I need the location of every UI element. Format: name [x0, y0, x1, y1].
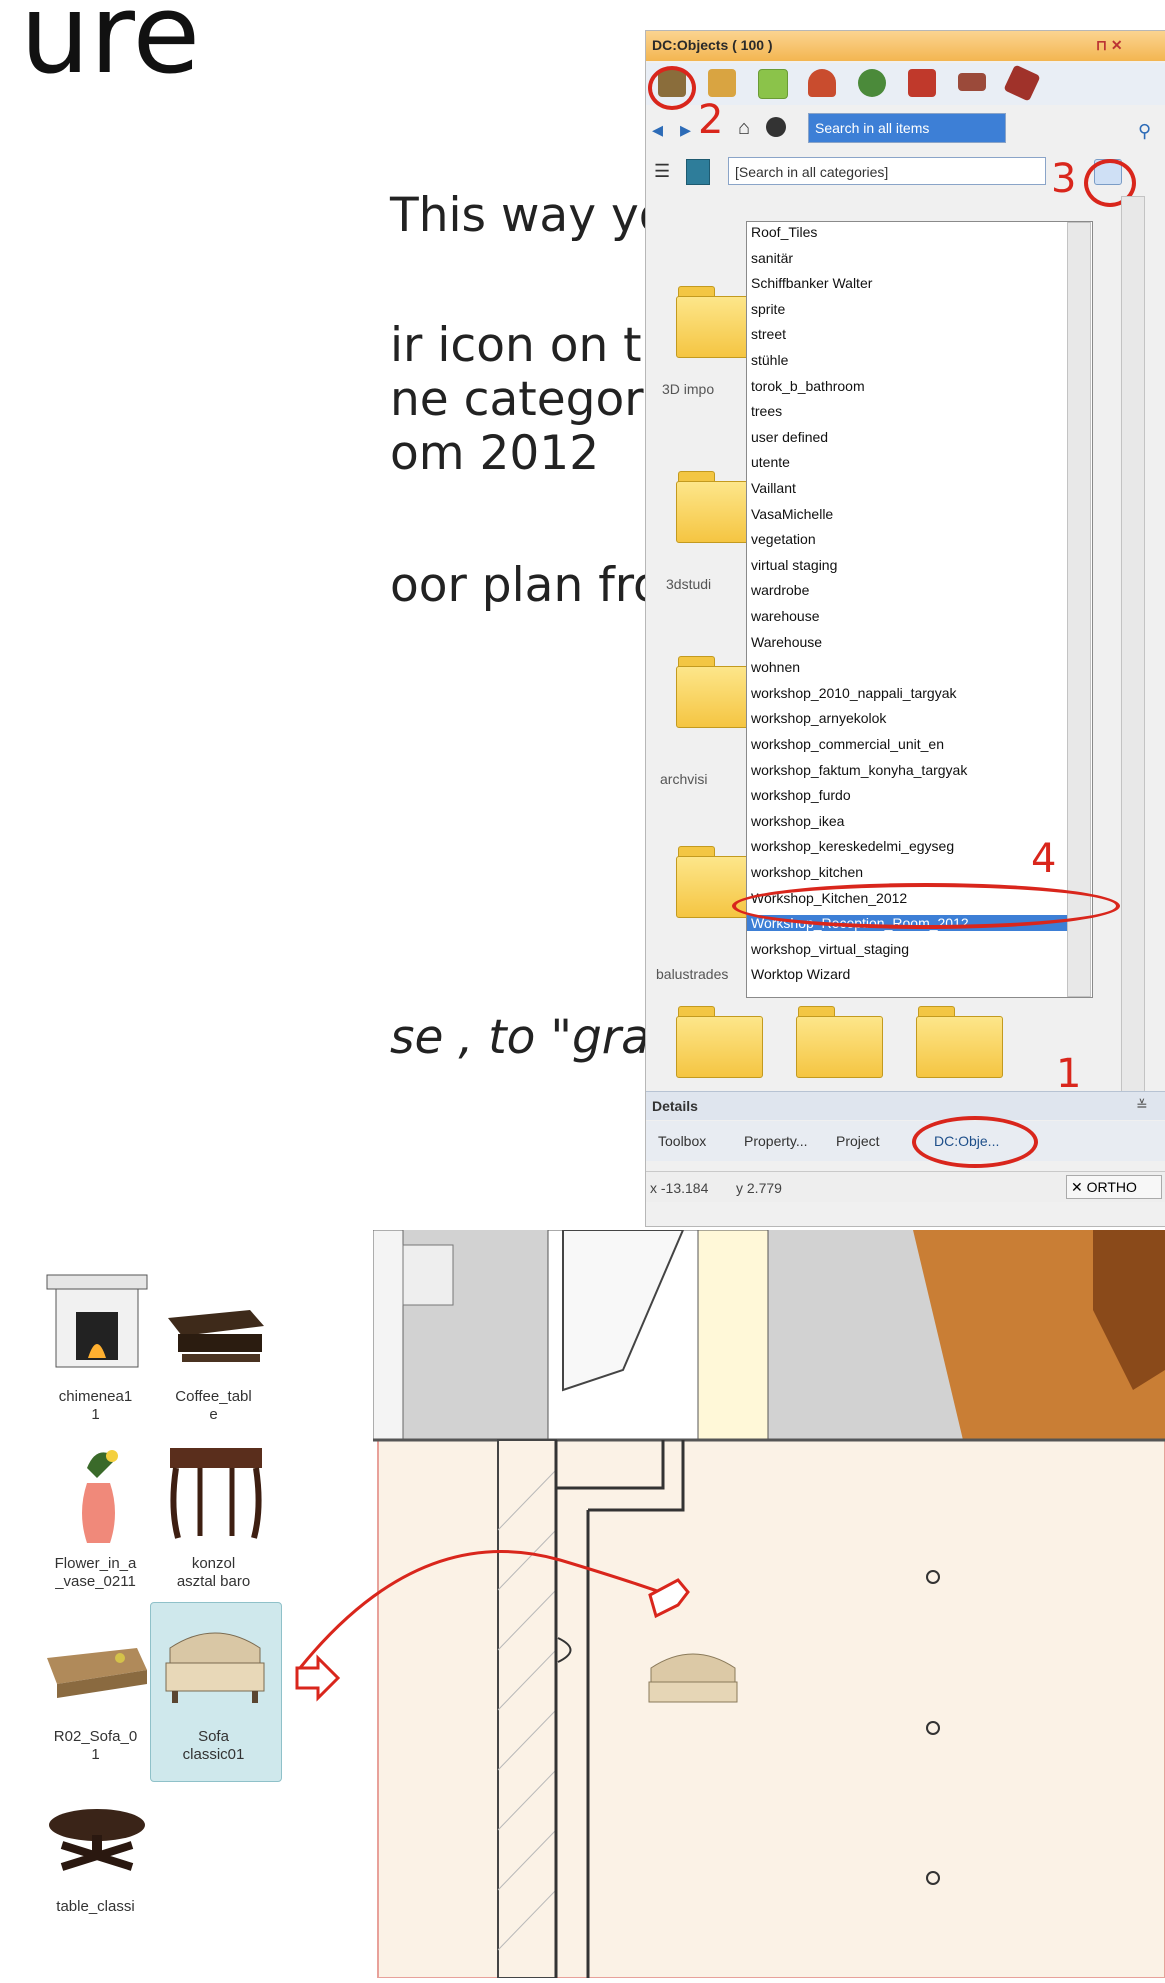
details-bar: Details ≚ — [646, 1091, 1165, 1120]
collapse-icon[interactable]: ≚ — [1136, 1097, 1148, 1114]
annotation-ring-1 — [912, 1116, 1038, 1168]
folder-grid-scrollbar[interactable] — [1121, 196, 1145, 1098]
folder-label: balustrades — [656, 966, 729, 982]
folder-icon[interactable] — [796, 1006, 883, 1078]
dropdown-item[interactable]: workshop_arnyekolok — [751, 710, 886, 726]
dropdown-item[interactable]: wardrobe — [751, 582, 809, 598]
lamp-category-icon[interactable] — [808, 69, 836, 97]
annotation-ring-4 — [732, 883, 1120, 929]
dropdown-item[interactable]: workshop_virtual_staging — [751, 941, 909, 957]
dropdown-scrollbar[interactable] — [1067, 222, 1091, 997]
dropdown-item[interactable]: sanitär — [751, 250, 793, 266]
dropdown-item[interactable]: workshop_kitchen — [751, 864, 863, 880]
dropdown-item[interactable]: workshop_kereskedelmi_egyseg — [751, 838, 954, 854]
dropdown-item[interactable]: user defined — [751, 429, 828, 445]
dropdown-item[interactable]: Warehouse — [751, 634, 822, 650]
drag-arrow-overlay — [295, 1550, 690, 1702]
dropdown-item[interactable]: stühle — [751, 352, 788, 368]
dc-objects-panel: DC:Objects ( 100 ) ⊓ ✕ ◂ ▸ ⌂ Search in a… — [645, 30, 1165, 1227]
panel-tabs: Toolbox Property... Project DC:Obje... — [646, 1121, 1165, 1161]
panel-title: DC:Objects ( 100 ) — [652, 37, 773, 53]
panel-header: DC:Objects ( 100 ) ⊓ ✕ — [646, 31, 1165, 61]
dropdown-item[interactable]: workshop_faktum_konyha_targyak — [751, 762, 967, 778]
folder-label: archvisi — [660, 771, 708, 787]
folder-icon[interactable] — [916, 1006, 1003, 1078]
list-view-icon[interactable]: ☰ — [654, 161, 670, 182]
details-label: Details — [652, 1098, 698, 1114]
roof-category-icon[interactable] — [1003, 64, 1041, 102]
annotation-ring-2 — [648, 66, 696, 110]
dropdown-item[interactable]: utente — [751, 454, 790, 470]
door-category-icon[interactable] — [708, 69, 736, 97]
dropdown-item[interactable]: street — [751, 326, 786, 342]
slide-title: ure — [20, 0, 201, 98]
status-y: y 2.779 — [736, 1180, 782, 1196]
tab-toolbox[interactable]: Toolbox — [658, 1133, 706, 1149]
folder-icon[interactable] — [676, 1006, 763, 1078]
drag-arrow-head-icon — [648, 1578, 690, 1619]
dropdown-item[interactable]: virtual staging — [751, 557, 837, 573]
person-category-icon[interactable] — [908, 69, 936, 97]
dropdown-item[interactable]: VasaMichelle — [751, 506, 833, 522]
dropdown-item[interactable]: Vaillant — [751, 480, 796, 496]
annotation-number-3: 3 — [1051, 156, 1077, 202]
dropdown-item[interactable]: workshop_furdo — [751, 787, 851, 803]
annotation-number-1: 1 — [1056, 1051, 1082, 1097]
magnifier-icon[interactable]: ⚲ — [1138, 121, 1151, 142]
search-items-input[interactable]: Search in all items — [808, 113, 1006, 143]
book-icon[interactable] — [686, 159, 710, 185]
status-bar: x -13.184 y 2.779 ✕ ORTHO — [646, 1171, 1165, 1202]
annotation-number-2: 2 — [698, 97, 724, 143]
annotation-number-4: 4 — [1031, 836, 1057, 882]
folder-label: 3dstudi — [666, 576, 712, 592]
nav-toolbar: ◂ ▸ ⌂ Search in all items ⚲ — [646, 107, 1165, 149]
panel-close-icon[interactable]: ⊓ ✕ — [1096, 37, 1123, 54]
home-icon[interactable]: ⌂ — [738, 117, 750, 140]
dropdown-item[interactable]: workshop_commercial_unit_en — [751, 736, 944, 752]
drag-arrow-path — [298, 1550, 661, 1669]
dropdown-item[interactable]: vegetation — [751, 531, 816, 547]
dropdown-item[interactable]: Schiffbanker Walter — [751, 275, 872, 291]
dropdown-item[interactable]: Roof_Tiles — [751, 224, 817, 240]
dropdown-item[interactable]: sprite — [751, 301, 785, 317]
ortho-toggle[interactable]: ✕ ORTHO — [1066, 1175, 1162, 1199]
status-x: x -13.184 — [650, 1180, 709, 1196]
forward-arrow-icon[interactable]: ▸ — [680, 117, 691, 143]
window-category-icon[interactable] — [758, 69, 788, 99]
back-arrow-icon[interactable]: ◂ — [652, 117, 663, 143]
tab-property[interactable]: Property... — [744, 1133, 808, 1149]
dropdown-item[interactable]: Worktop Wizard — [751, 966, 850, 982]
dropdown-item[interactable]: workshop_2010_nappali_targyak — [751, 685, 956, 701]
slide-line-4: om 2012 — [390, 426, 600, 481]
car-category-icon[interactable] — [958, 73, 986, 91]
dropdown-item[interactable]: torok_b_bathroom — [751, 378, 865, 394]
folder-label: 3D impo — [662, 381, 715, 397]
category-search-input[interactable]: [Search in all categories] — [728, 157, 1046, 185]
category-toolbar — [646, 63, 1165, 105]
dropdown-item[interactable]: trees — [751, 403, 782, 419]
dropdown-item[interactable]: warehouse — [751, 608, 820, 624]
ortho-label: ORTHO — [1086, 1179, 1137, 1195]
globe-icon[interactable] — [766, 117, 786, 137]
dropdown-item[interactable]: wohnen — [751, 659, 800, 675]
plant-category-icon[interactable] — [858, 69, 886, 97]
tab-project[interactable]: Project — [836, 1133, 880, 1149]
dropdown-item[interactable]: workshop_ikea — [751, 813, 844, 829]
